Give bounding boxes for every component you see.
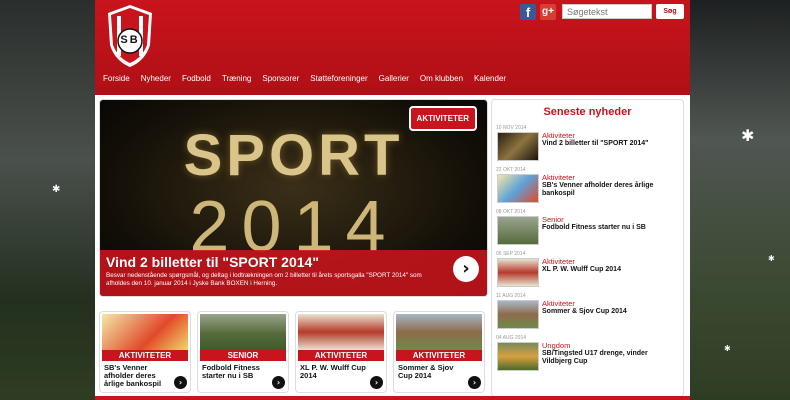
latest-news-panel: Seneste nyheder 10 NOV 2014 Aktiviteter … xyxy=(491,99,684,397)
googleplus-icon[interactable]: g+ xyxy=(540,4,556,20)
slide-caption: Vind 2 billetter til "SPORT 2014" Besvar… xyxy=(100,250,487,296)
arrow-right-icon[interactable]: › xyxy=(272,376,285,389)
snowflake-icon: ✱ xyxy=(52,184,61,195)
news-date: 10 NOV 2014 xyxy=(496,125,527,131)
nav-item-gallerier[interactable]: Gallerier xyxy=(379,74,409,83)
list-item[interactable]: 11 AUG 2014 Aktiviteter Sommer & Sjov Cu… xyxy=(496,293,679,333)
news-thumbnail xyxy=(497,300,539,329)
arrow-right-icon[interactable]: › xyxy=(370,376,383,389)
news-category[interactable]: Aktiviteter xyxy=(542,257,575,266)
search-button[interactable]: Søg xyxy=(656,4,684,19)
stadium-background-right xyxy=(685,0,790,400)
list-item[interactable]: 22 OKT 2014 Aktiviteter SB's Venner afho… xyxy=(496,167,679,207)
search-input[interactable] xyxy=(562,4,652,19)
stadium-background-left xyxy=(0,0,95,400)
card-title: SB's Venner afholder deres årlige bankos… xyxy=(104,363,162,388)
nav-item-forside[interactable]: Forside xyxy=(103,74,130,83)
news-card[interactable]: SENIOR Fodbold Fitness starter nu i SB › xyxy=(197,311,289,393)
featured-slider[interactable]: SPORT 2014 AKTIVITETER Vind 2 billetter … xyxy=(99,99,488,297)
news-date: 06 SEP 2014 xyxy=(496,251,526,257)
nav-item-nyheder[interactable]: Nyheder xyxy=(141,74,171,83)
nav-item-kalender[interactable]: Kalender xyxy=(474,74,506,83)
arrow-right-icon[interactable]: › xyxy=(468,376,481,389)
card-image xyxy=(396,314,482,350)
nav-item-sponsorer[interactable]: Sponsorer xyxy=(262,74,299,83)
news-card[interactable]: AKTIVITETER XL P. W. Wulff Cup 2014 › xyxy=(295,311,387,393)
card-image xyxy=(102,314,188,350)
card-category: AKTIVITETER xyxy=(396,350,482,361)
news-thumbnail xyxy=(497,258,539,287)
list-item[interactable]: 08 OKT 2014 Senior Fodbold Fitness start… xyxy=(496,209,679,249)
news-thumbnail xyxy=(497,174,539,203)
news-category[interactable]: Aktiviteter xyxy=(542,299,575,308)
news-title[interactable]: SB/Tingsted U17 drenge, vinder Vildbjerg… xyxy=(542,350,672,366)
nav-item-fodbold[interactable]: Fodbold xyxy=(182,74,211,83)
nav-item-traening[interactable]: Træning xyxy=(222,74,252,83)
snowflake-icon: ✱ xyxy=(741,128,755,145)
club-logo[interactable]: SB xyxy=(105,3,155,69)
news-title[interactable]: Fodbold Fitness starter nu i SB xyxy=(542,224,672,232)
footer-bar xyxy=(95,396,690,400)
card-title: Sommer & Sjov Cup 2014 xyxy=(398,363,454,380)
card-image xyxy=(200,314,286,350)
list-item[interactable]: 04 AUG 2014 Ungdom SB/Tingsted U17 dreng… xyxy=(496,335,679,375)
social-links: f g+ xyxy=(520,4,556,20)
news-title[interactable]: XL P. W. Wulff Cup 2014 xyxy=(542,266,672,274)
news-date: 11 AUG 2014 xyxy=(496,293,526,299)
snowflake-icon: ✱ xyxy=(768,254,775,263)
news-category[interactable]: Aktiviteter xyxy=(542,173,575,182)
news-card[interactable]: AKTIVITETER SB's Venner afholder deres å… xyxy=(99,311,191,393)
news-thumbnail xyxy=(497,216,539,245)
main-content: SPORT 2014 AKTIVITETER Vind 2 billetter … xyxy=(95,95,690,400)
news-category[interactable]: Ungdom xyxy=(542,341,570,350)
news-title[interactable]: SB's Venner afholder deres årlige bankos… xyxy=(542,182,672,198)
logo-text: SB xyxy=(120,34,140,46)
news-category[interactable]: Aktiviteter xyxy=(542,131,575,140)
news-date: 08 OKT 2014 xyxy=(496,209,526,215)
news-category[interactable]: Senior xyxy=(542,215,564,224)
main-nav: Forside Nyheder Fodbold Træning Sponsore… xyxy=(103,74,506,83)
list-item[interactable]: 06 SEP 2014 Aktiviteter XL P. W. Wulff C… xyxy=(496,251,679,291)
list-item[interactable]: 10 NOV 2014 Aktiviteter Vind 2 billetter… xyxy=(496,125,679,165)
card-title: XL P. W. Wulff Cup 2014 xyxy=(300,363,366,380)
facebook-icon[interactable]: f xyxy=(520,4,536,20)
news-date: 22 OKT 2014 xyxy=(496,167,526,173)
snowflake-icon: ✱ xyxy=(724,344,731,353)
card-category: SENIOR xyxy=(200,350,286,361)
news-title[interactable]: Vind 2 billetter til "SPORT 2014" xyxy=(542,140,672,148)
slide-text: Besvar nedenstående spørgsmål, og deltag… xyxy=(106,272,422,287)
card-category: AKTIVITETER xyxy=(298,350,384,361)
card-category: AKTIVITETER xyxy=(102,350,188,361)
news-thumbnail xyxy=(497,132,539,161)
card-title: Fodbold Fitness starter nu i SB xyxy=(202,363,260,380)
news-title[interactable]: Sommer & Sjov Cup 2014 xyxy=(542,308,672,316)
news-card[interactable]: AKTIVITETER Sommer & Sjov Cup 2014 › xyxy=(393,311,485,393)
news-thumbnail xyxy=(497,342,539,371)
slide-category-badge[interactable]: AKTIVITETER xyxy=(408,106,477,131)
arrow-right-icon[interactable]: › xyxy=(174,376,187,389)
news-heading: Seneste nyheder xyxy=(543,106,632,118)
news-date: 04 AUG 2014 xyxy=(496,335,527,341)
nav-item-om-klubben[interactable]: Om klubben xyxy=(420,74,463,83)
slide-next-arrow-icon[interactable]: › xyxy=(453,256,479,282)
slide-headline-art: SPORT xyxy=(183,123,404,188)
site-header: SB f g+ Søg Forside Nyheder Fodbold Træn… xyxy=(95,0,690,95)
card-image xyxy=(298,314,384,350)
nav-item-stoetteforeninger[interactable]: Støtteforeninger xyxy=(310,74,367,83)
slide-title[interactable]: Vind 2 billetter til "SPORT 2014" xyxy=(106,254,319,270)
